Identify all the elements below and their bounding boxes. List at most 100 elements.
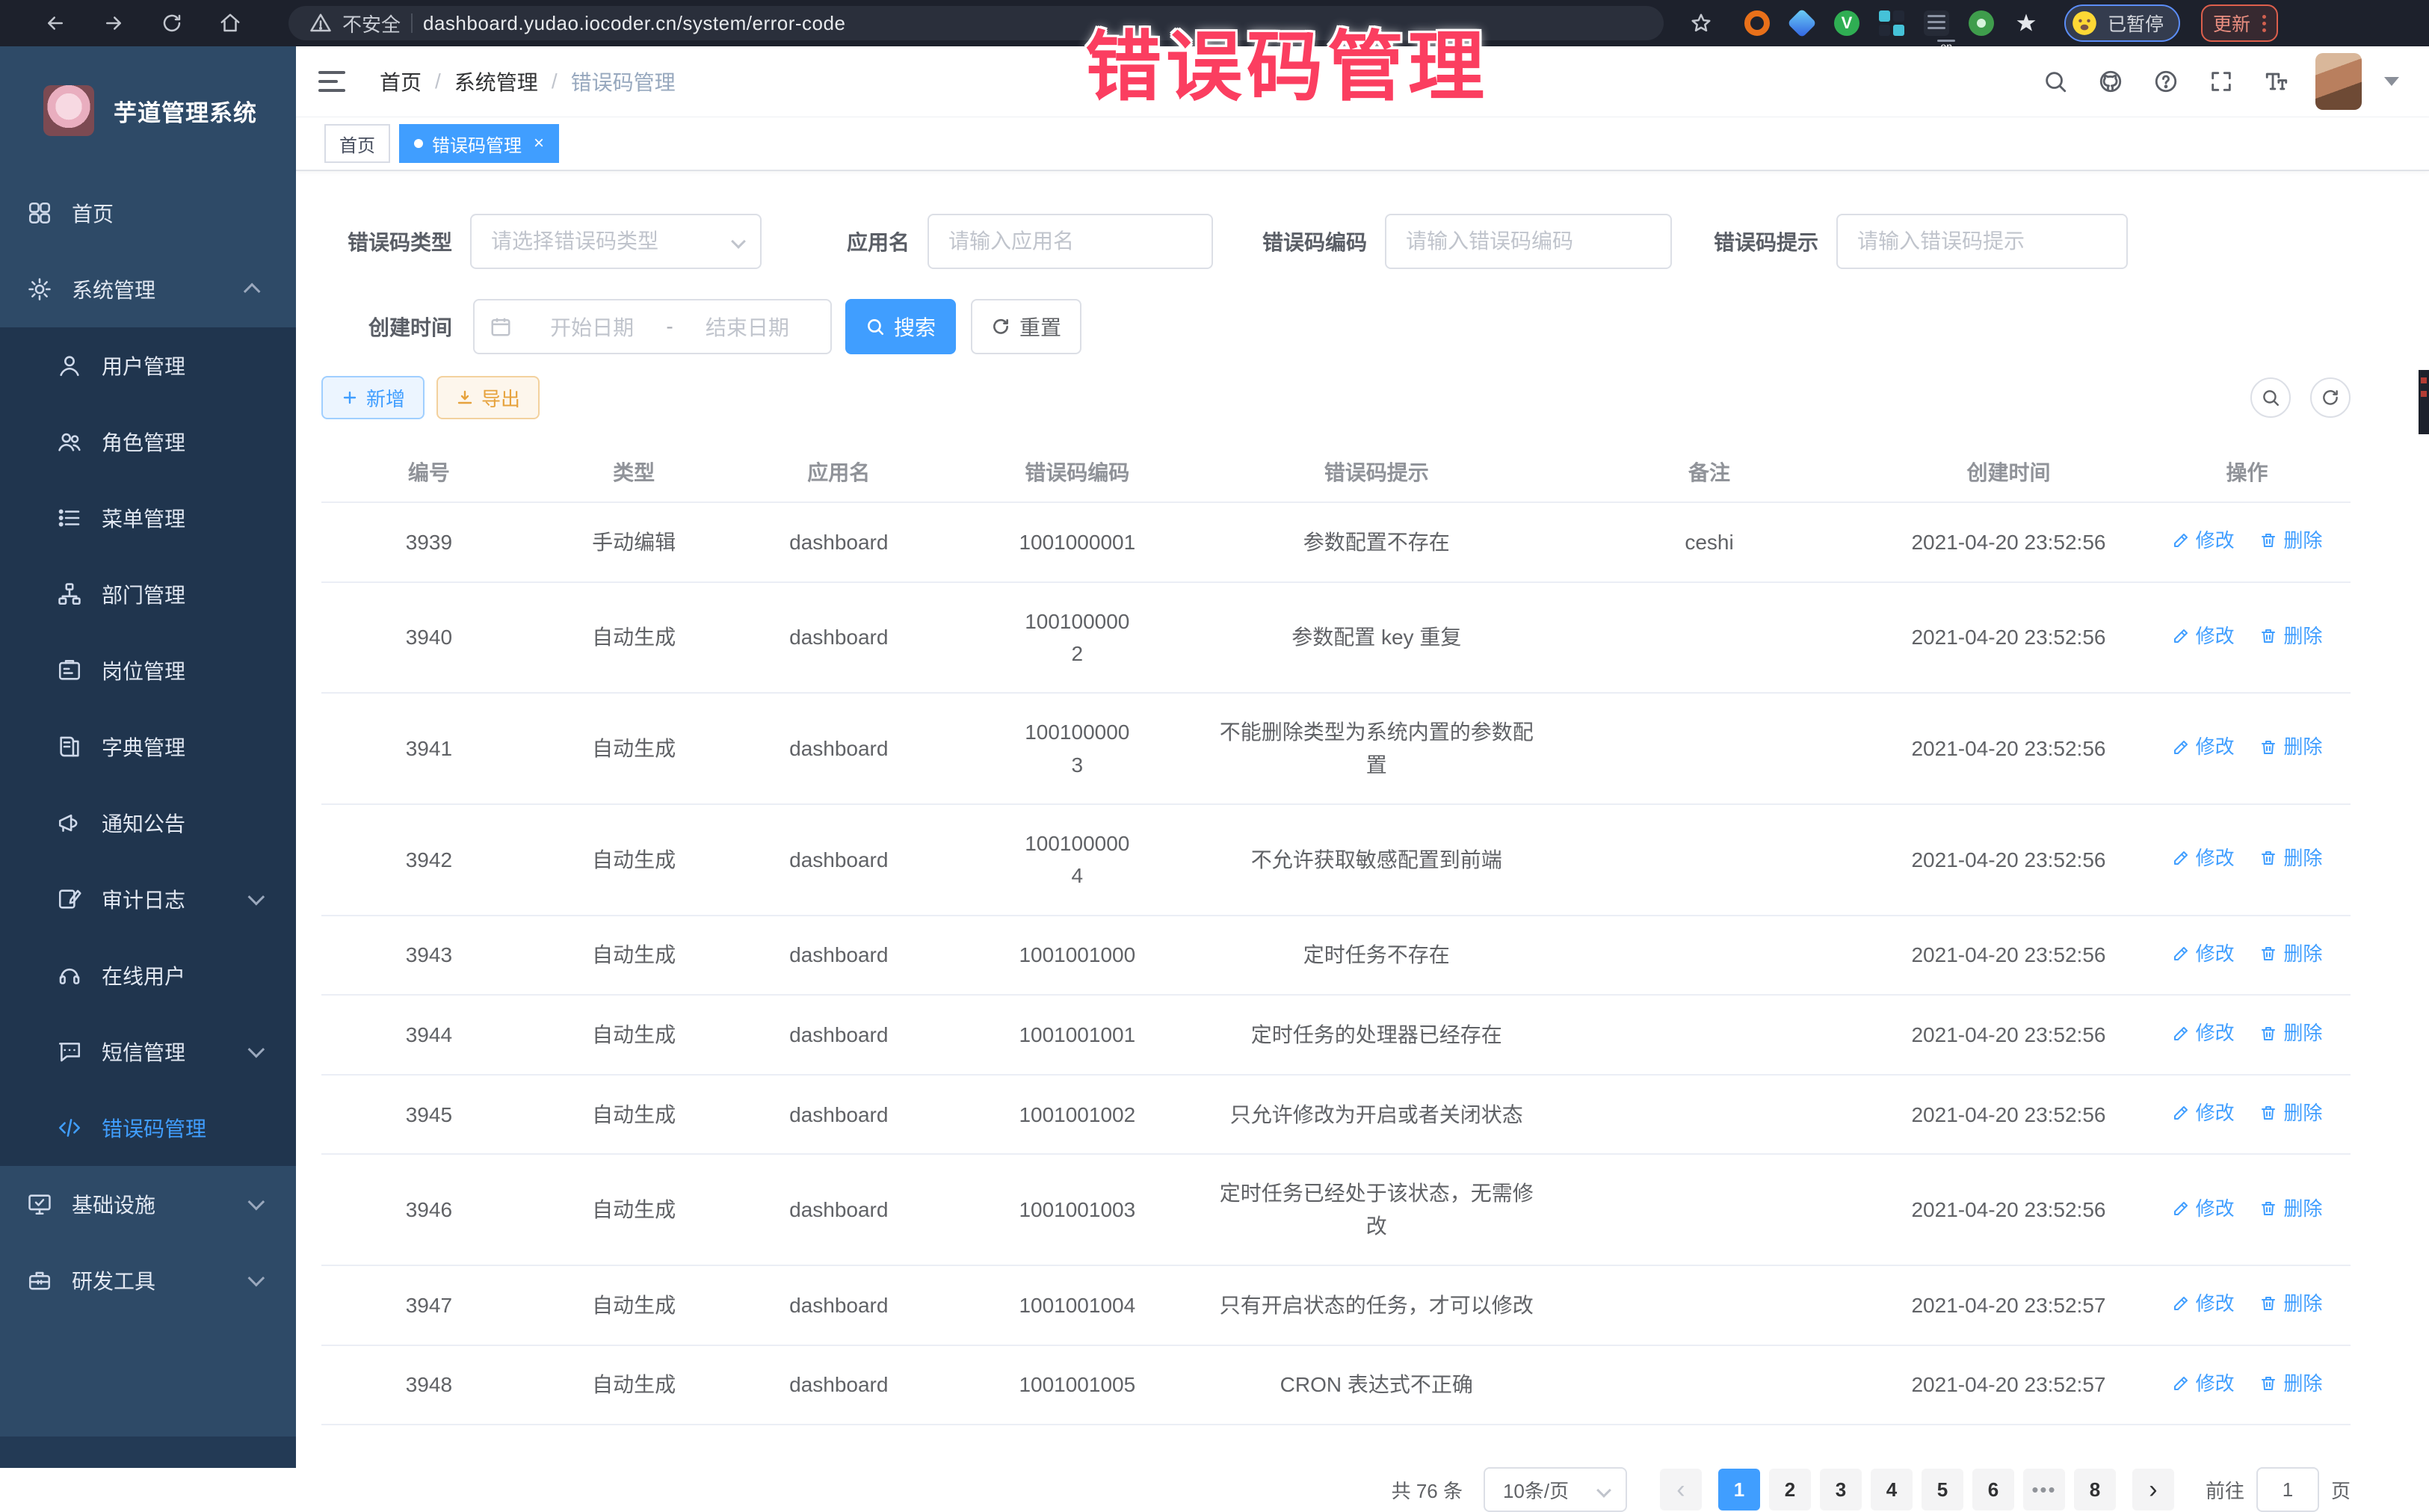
extension-icon[interactable] <box>1789 10 1815 36</box>
browser-forward-icon[interactable] <box>97 7 130 40</box>
sidebar-item-infrastructure[interactable]: 基础设施 <box>0 1166 296 1242</box>
edit-link[interactable]: 修改 <box>2172 1018 2235 1048</box>
page-button-6[interactable]: 6 <box>1972 1469 2014 1511</box>
browser-profile-button[interactable]: 已暂停 <box>2064 4 2180 42</box>
delete-link[interactable]: 删除 <box>2259 1194 2322 1224</box>
edit-link[interactable]: 修改 <box>2172 1098 2235 1128</box>
add-button[interactable]: 新增 <box>321 376 425 419</box>
sidebar-item-post-management[interactable]: 岗位管理 <box>0 632 296 709</box>
trash-icon <box>2259 627 2277 645</box>
browser-menu-icon[interactable] <box>2262 15 2266 32</box>
url-text[interactable]: dashboard.yudao.iocoder.cn/system/error-… <box>423 12 845 35</box>
page-ellipsis[interactable]: ••• <box>2023 1469 2065 1511</box>
github-icon[interactable] <box>2094 65 2127 98</box>
extension-icon[interactable] <box>1969 10 1994 36</box>
page-button-3[interactable]: 3 <box>1820 1469 1862 1511</box>
sidebar-item-menu-management[interactable]: 菜单管理 <box>0 480 296 556</box>
delete-link[interactable]: 删除 <box>2259 525 2322 555</box>
sidebar-menu: 首页 系统管理 用户管理 角色管理 菜单管理 部门管理 岗位管理 字典管理 通知… <box>0 175 296 1318</box>
refresh-button[interactable] <box>2310 377 2351 418</box>
page-button-1[interactable]: 1 <box>1718 1469 1760 1511</box>
toggle-search-button[interactable] <box>2250 377 2291 418</box>
sidebar-item-user-management[interactable]: 用户管理 <box>0 327 296 404</box>
prev-page-button[interactable]: ‹ <box>1660 1469 1702 1511</box>
edit-link[interactable]: 修改 <box>2172 1289 2235 1318</box>
sidebar-item-home[interactable]: 首页 <box>0 175 296 251</box>
bookmark-star-icon[interactable] <box>1685 7 1717 40</box>
font-size-icon[interactable] <box>2260 65 2293 98</box>
extension-icon[interactable] <box>2013 10 2039 36</box>
end-date-placeholder[interactable]: 结束日期 <box>679 312 815 342</box>
edit-link[interactable]: 修改 <box>2172 732 2235 762</box>
edit-link[interactable]: 修改 <box>2172 1368 2235 1398</box>
delete-link[interactable]: 删除 <box>2259 732 2322 762</box>
sidebar-item-notice-announcement[interactable]: 通知公告 <box>0 785 296 861</box>
page-button-5[interactable]: 5 <box>1922 1469 1963 1511</box>
breadcrumb-home[interactable]: 首页 <box>380 67 422 96</box>
delete-link[interactable]: 删除 <box>2259 1368 2322 1398</box>
delete-link[interactable]: 删除 <box>2259 1289 2322 1318</box>
page-button-2[interactable]: 2 <box>1769 1469 1811 1511</box>
edit-link[interactable]: 修改 <box>2172 939 2235 969</box>
edit-pencil-icon <box>2172 531 2190 549</box>
user-avatar[interactable] <box>2315 53 2362 110</box>
fullscreen-icon[interactable] <box>2205 65 2238 98</box>
next-page-button[interactable]: › <box>2132 1469 2174 1511</box>
export-button[interactable]: 导出 <box>436 376 540 419</box>
search-icon[interactable] <box>2039 65 2072 98</box>
error-type-select[interactable] <box>470 214 762 269</box>
extension-icon[interactable]: on <box>1924 10 1949 36</box>
sidebar-item-online-users[interactable]: 在线用户 <box>0 937 296 1013</box>
page-size-select[interactable]: 10条/页 <box>1484 1467 1627 1512</box>
sidebar-item-system-management[interactable]: 系统管理 <box>0 251 296 327</box>
edit-link[interactable]: 修改 <box>2172 843 2235 873</box>
browser-back-icon[interactable] <box>39 7 72 40</box>
browser-update-button[interactable]: 更新 <box>2201 4 2278 42</box>
table-row: 3946 自动生成 dashboard 1001001003 定时任务已经处于该… <box>321 1154 2351 1265</box>
chevron-down-icon[interactable] <box>2384 77 2399 86</box>
edit-link[interactable]: 修改 <box>2172 525 2235 555</box>
help-icon[interactable] <box>2149 65 2182 98</box>
edit-link[interactable]: 修改 <box>2172 1194 2235 1224</box>
sidebar-item-error-code-management[interactable]: 错误码管理 <box>0 1090 296 1166</box>
delete-link[interactable]: 删除 <box>2259 939 2322 969</box>
sidebar-item-audit-log[interactable]: 审计日志 <box>0 861 296 937</box>
start-date-placeholder[interactable]: 开始日期 <box>524 312 660 342</box>
goto-page-input[interactable] <box>2256 1467 2319 1512</box>
date-range-picker[interactable]: 开始日期 - 结束日期 <box>473 299 832 354</box>
app-logo <box>43 85 94 136</box>
sidebar-item-role-management[interactable]: 角色管理 <box>0 404 296 480</box>
delete-link[interactable]: 删除 <box>2259 1018 2322 1048</box>
column-header: 操作 <box>2143 442 2351 502</box>
tab-error-code-management[interactable]: 错误码管理 × <box>399 124 559 163</box>
browser-reload-icon[interactable] <box>155 7 188 40</box>
error-hint-label: 错误码提示 <box>1708 226 1818 256</box>
breadcrumb-system[interactable]: 系统管理 <box>454 67 538 96</box>
app-name-input[interactable] <box>928 214 1213 269</box>
sidebar-item-dict-management[interactable]: 字典管理 <box>0 709 296 785</box>
extension-icon[interactable] <box>1879 10 1904 36</box>
page-button-8[interactable]: 8 <box>2074 1469 2116 1511</box>
reset-button[interactable]: 重置 <box>971 299 1081 354</box>
edit-pencil-icon <box>2172 945 2190 963</box>
delete-link[interactable]: 删除 <box>2259 843 2322 873</box>
edit-pencil-icon <box>2172 738 2190 756</box>
sidebar-item-dept-management[interactable]: 部门管理 <box>0 556 296 632</box>
extension-icon[interactable]: V <box>1834 10 1859 36</box>
sidebar-collapse-icon[interactable] <box>318 69 348 94</box>
page-button-4[interactable]: 4 <box>1871 1469 1913 1511</box>
sidebar-item-dev-tools[interactable]: 研发工具 <box>0 1242 296 1318</box>
error-code-input[interactable] <box>1385 214 1672 269</box>
error-hint-input[interactable] <box>1836 214 2128 269</box>
edit-link[interactable]: 修改 <box>2172 621 2235 651</box>
app-logo-row[interactable]: 芋道管理系统 <box>0 46 296 175</box>
search-button[interactable]: 搜索 <box>845 299 956 354</box>
create-time-label: 创建时间 <box>321 312 452 342</box>
sidebar-item-sms-management[interactable]: 短信管理 <box>0 1013 296 1090</box>
browser-home-icon[interactable] <box>214 7 247 40</box>
tab-home[interactable]: 首页 <box>324 124 390 163</box>
extension-icon[interactable] <box>1744 10 1770 36</box>
delete-link[interactable]: 删除 <box>2259 1098 2322 1128</box>
delete-link[interactable]: 删除 <box>2259 621 2322 651</box>
close-icon[interactable]: × <box>534 135 544 152</box>
